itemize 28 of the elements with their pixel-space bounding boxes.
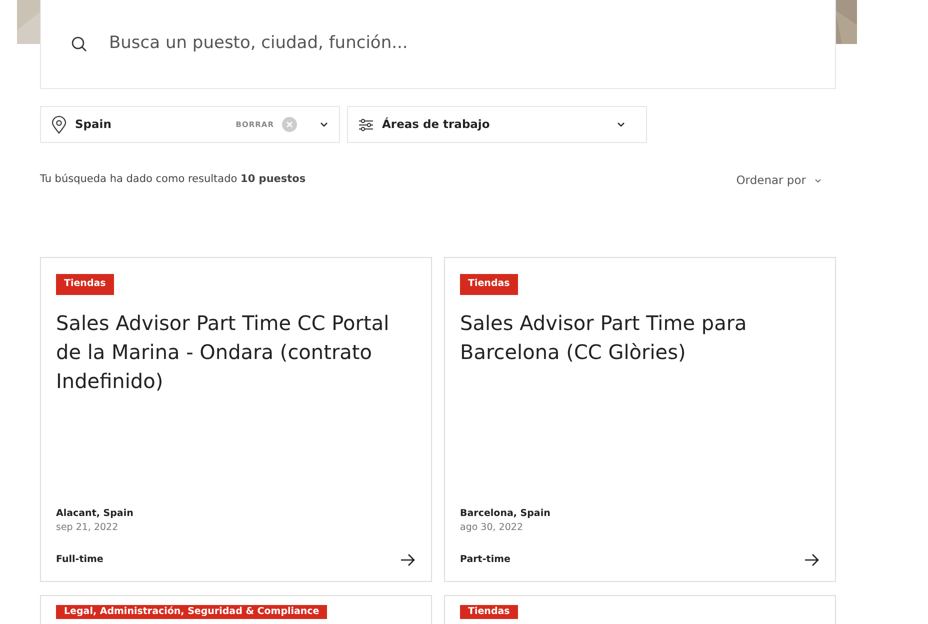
category-tag: Tiendas <box>56 274 114 294</box>
category-tag: Tiendas <box>460 605 518 619</box>
job-card[interactable]: Tiendas Sales Advisor Part Time para Barcelona (CC Glòries) Barcelona, Spain ago 30, 2022 Part-time <box>444 257 836 582</box>
search-icon <box>71 36 87 52</box>
job-date: sep 21, 2022 <box>56 520 120 535</box>
results-summary: Tu búsqueda ha dado como resultado 10 puestos <box>40 172 306 187</box>
clear-icon <box>282 117 297 132</box>
job-card[interactable]: Legal, Administración, Seguridad & Compliance <box>40 595 432 624</box>
location-pin-icon <box>51 116 67 134</box>
job-location: Alacant, Spain <box>56 506 134 520</box>
job-date: ago 30, 2022 <box>460 520 524 535</box>
job-card[interactable]: Tiendas Sales Advisor Part Time CC Portal de la Marina - Ondara (contrato Indefinido) Alacant, Spain sep 21, 2022 Full-time <box>40 257 432 582</box>
sort-dropdown[interactable]: Ordenar por <box>736 172 822 190</box>
job-type: Part-time <box>460 553 510 567</box>
category-filter[interactable]: Áreas de trabajo <box>347 106 647 143</box>
job-title: Sales Advisor Part Time para Barcelona (CC Glòries) <box>460 310 748 366</box>
chevron-icon <box>814 178 822 184</box>
chevron-icon <box>319 121 329 128</box>
category-tag: Tiendas <box>460 274 518 294</box>
arrow-right-icon <box>804 553 820 568</box>
category-tag: Legal, Administración, Seguridad & Compliance <box>56 605 328 619</box>
job-type: Full-time <box>56 553 104 567</box>
job-card[interactable]: Tiendas <box>444 595 836 624</box>
job-title: Sales Advisor Part Time CC Portal de la Marina - Ondara (contrato Indefinido) <box>56 310 390 394</box>
sliders-icon <box>358 118 374 132</box>
chevron-icon <box>616 121 626 128</box>
job-location: Barcelona, Spain <box>460 506 552 520</box>
arrow-right-icon <box>400 553 416 568</box>
